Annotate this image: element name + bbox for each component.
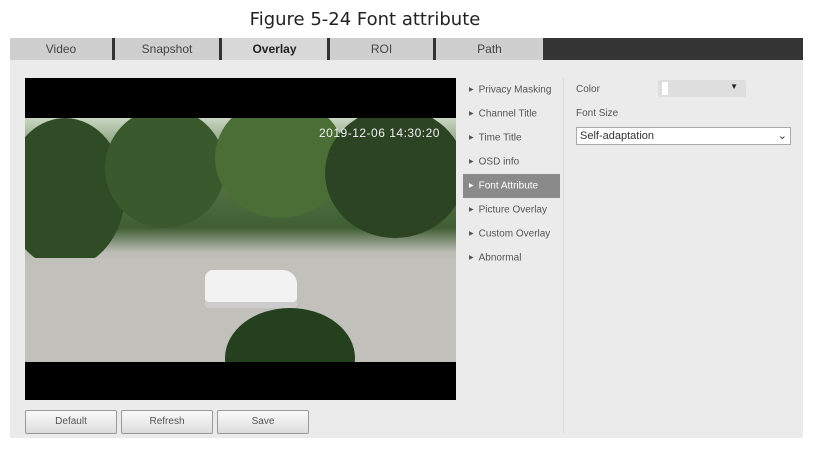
camera-image: 2019-12-06 14:30:20 [25,118,456,362]
menu-item-picture-overlay[interactable]: ▶ Picture Overlay [463,198,560,222]
triangle-right-icon: ▶ [469,111,474,117]
tab-overlay[interactable]: Overlay [222,38,330,60]
font-size-value: Self-adaptation [580,130,654,142]
tab-video[interactable]: Video [10,38,115,60]
menu-label: Privacy Masking [478,84,552,96]
figure-caption: Figure 5-24 Font attribute [249,9,481,30]
overlay-menu: ▶ Privacy Masking ▶ Channel Title ▶ Time Ti… [463,78,560,270]
caret-down-icon: ▼ [730,82,738,91]
menu-label: Font Attribute [478,180,539,192]
menu-label: Picture Overlay [478,204,547,216]
triangle-right-icon: ▶ [469,135,474,141]
chevron-down-icon: ⌄ [777,130,787,142]
color-swatch [662,82,668,95]
time-title-overlay: 2019-12-06 14:30:20 [319,126,440,140]
menu-item-font-attribute[interactable]: ▶ Font Attribute [463,174,560,198]
video-preview: 2019-12-06 14:30:20 [25,78,456,400]
triangle-right-icon: ▶ [469,207,474,213]
tab-bar-filler [543,38,803,60]
tab-bar: Video Snapshot Overlay ROI Path [10,38,803,60]
menu-item-abnormal[interactable]: ▶ Abnormal [463,246,560,270]
menu-item-channel-title[interactable]: ▶ Channel Title [463,102,560,126]
menu-item-custom-overlay[interactable]: ▶ Custom Overlay [463,222,560,246]
van [205,270,297,308]
default-button[interactable]: Default [25,410,117,434]
tab-path[interactable]: Path [436,38,543,60]
menu-item-time-title[interactable]: ▶ Time Title [463,126,560,150]
color-label: Color [576,84,600,95]
menu-label: Abnormal [478,252,522,264]
refresh-button[interactable]: Refresh [121,410,213,434]
font-size-label: Font Size [576,108,619,119]
triangle-right-icon: ▶ [469,159,474,165]
tab-snapshot[interactable]: Snapshot [115,38,222,60]
font-size-select[interactable]: Self-adaptation ⌄ [576,127,791,145]
triangle-right-icon: ▶ [469,255,474,261]
triangle-right-icon: ▶ [469,87,474,93]
menu-label: Channel Title [478,108,537,120]
color-picker[interactable]: ▼ [658,80,746,97]
triangle-right-icon: ▶ [469,231,474,237]
menu-item-osd-info[interactable]: ▶ OSD info [463,150,560,174]
divider [563,78,564,433]
tab-roi[interactable]: ROI [330,38,436,60]
menu-label: OSD info [478,156,520,168]
menu-label: Custom Overlay [478,228,551,240]
triangle-right-icon: ▶ [469,183,474,189]
menu-label: Time Title [478,132,522,144]
save-button[interactable]: Save [217,410,309,434]
settings-panel: Video Snapshot Overlay ROI Path 2019-12-… [10,38,803,438]
menu-item-privacy-masking[interactable]: ▶ Privacy Masking [463,78,560,102]
